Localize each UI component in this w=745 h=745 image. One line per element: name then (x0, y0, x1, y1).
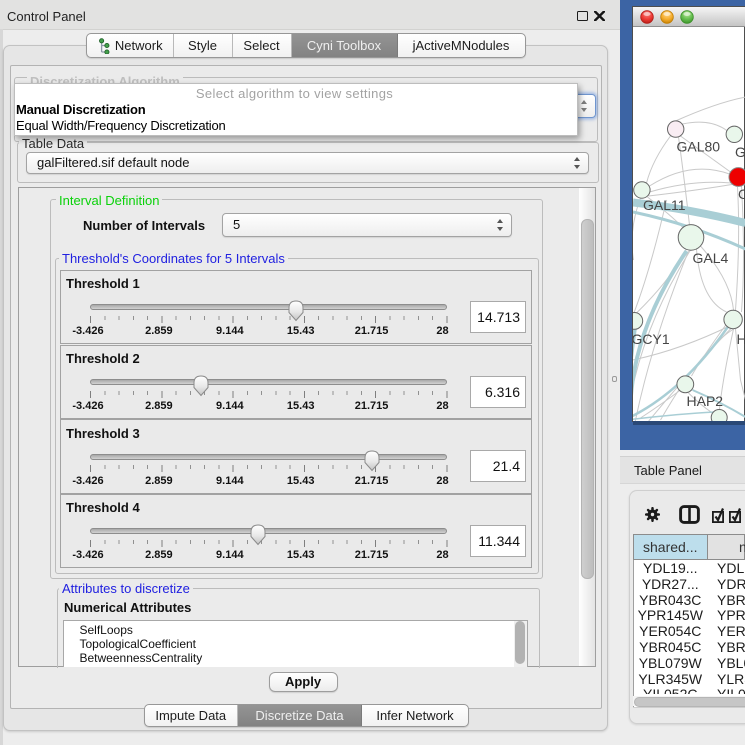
svg-text:C: C (738, 186, 745, 202)
svg-text:GA: GA (735, 144, 745, 160)
svg-text:GAL80: GAL80 (676, 139, 720, 155)
svg-text:GAL4: GAL4 (692, 250, 728, 266)
svg-text:H: H (736, 331, 745, 347)
svg-text:GAL11: GAL11 (643, 197, 686, 213)
svg-text:HAP2: HAP2 (686, 393, 723, 409)
svg-text:GCY1: GCY1 (633, 331, 670, 347)
